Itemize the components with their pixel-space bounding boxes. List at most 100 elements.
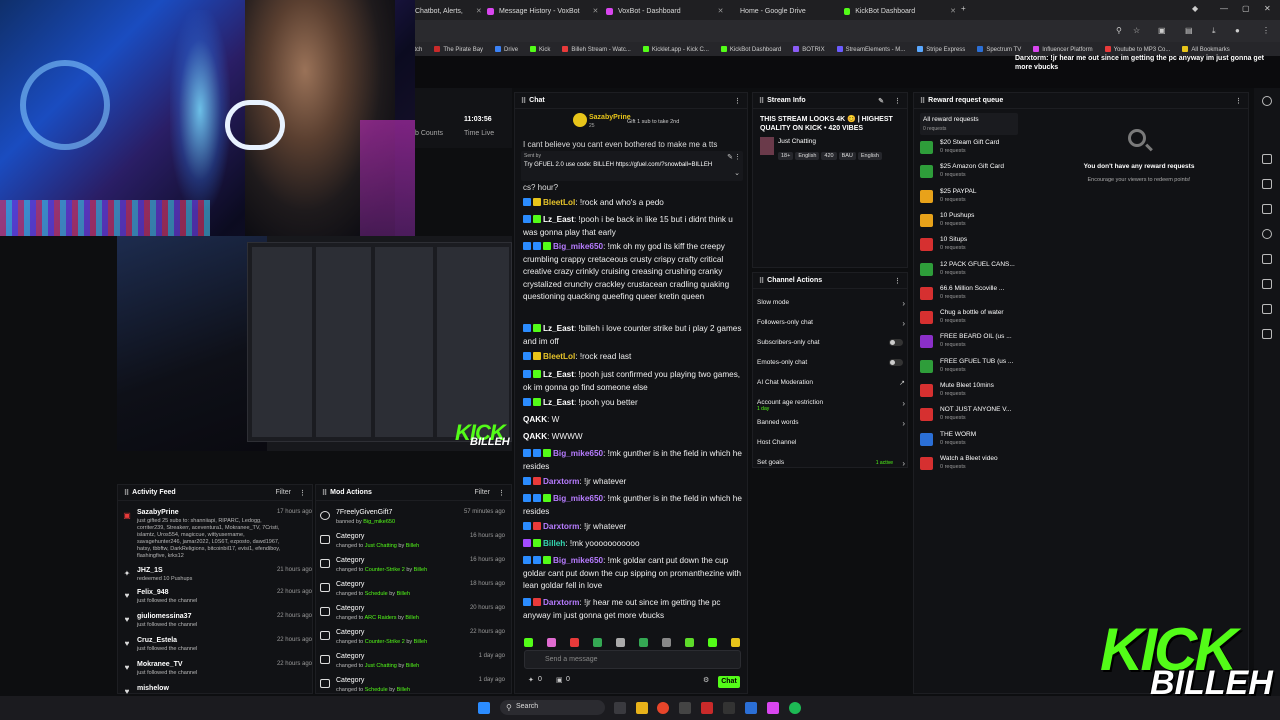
task-view-icon[interactable] [614,702,626,714]
activity-user[interactable]: Cruz_Estela [137,637,177,644]
mod-action-target[interactable]: ARC Raiders [364,615,396,621]
zoom-icon[interactable]: ⚲ [1116,26,1122,35]
list-icon[interactable] [1262,204,1272,214]
activity-user[interactable]: giuliomessina37 [137,613,191,620]
mod-filter-button[interactable]: Filter [474,489,490,496]
settings-gear-icon[interactable]: ⚙ [703,676,709,684]
app-icon[interactable] [745,702,757,714]
tag-chip[interactable]: 18+ [778,152,794,160]
chat-username[interactable]: Big_mike650 [553,494,603,503]
more-icon[interactable]: ⋮ [894,97,901,105]
channel-action-row[interactable]: Subscribers-only chat [757,339,905,346]
chat-username[interactable]: Big_mike650 [553,556,603,565]
toggle-switch[interactable] [889,339,903,346]
chevron-right-icon[interactable]: › [902,419,905,428]
emote-icon[interactable] [524,638,533,647]
download-icon[interactable]: ⤓ [1212,26,1216,36]
drag-handle-icon[interactable]: ⠿ [124,489,129,497]
mod-icon[interactable] [1262,154,1272,164]
chat-username[interactable]: Darxtorm [543,522,579,531]
channel-action-row[interactable]: Followers-only chat › [757,319,905,328]
chat-username[interactable]: BleetLol [543,198,575,207]
channel-action-row[interactable]: Emotes-only chat [757,359,905,366]
bookmark-item[interactable]: BOTRIX [793,45,825,53]
gifter-name[interactable]: SazabyPrine [589,114,631,121]
mod-action-target[interactable]: Schedule [365,687,388,693]
chat-username[interactable]: QAKK [523,415,547,424]
bookmark-item[interactable]: Influencer Platform [1033,45,1093,53]
mod-action-actor[interactable]: Billeh [397,591,410,597]
chrome-icon[interactable] [657,702,669,714]
chat-username[interactable]: Darxtorm [543,477,579,486]
bookmark-item[interactable]: Youtube to MP3 Co... [1104,45,1170,53]
chat-input[interactable]: Send a message [524,650,741,669]
app-icon[interactable] [767,702,779,714]
tab-google-drive[interactable]: Home - Google Drive✕ [735,3,835,19]
bookmark-item[interactable]: Spectrum TV [977,45,1021,53]
mod-action-target[interactable]: Just Chatting [365,663,397,669]
channel-action-row[interactable]: AI Chat Moderation ↗ [757,379,905,387]
chevron-right-icon[interactable]: › [902,319,905,328]
chat-username[interactable]: Big_mike650 [553,242,603,251]
all-reward-requests[interactable]: All reward requests 0 requests [920,113,1018,135]
spotify-icon[interactable] [789,702,801,714]
emote-icon[interactable] [639,638,648,647]
chevron-down-icon[interactable]: ⌄ [734,169,740,177]
emote-icon[interactable] [662,638,671,647]
chat-username[interactable]: Lz_East [543,215,574,224]
close-icon[interactable]: ✕ [718,7,724,15]
bookmark-item[interactable]: Drive [495,45,518,53]
activity-user[interactable]: Felix_948 [137,589,169,596]
drag-handle-icon[interactable]: ⠿ [920,97,925,105]
tag-chip[interactable]: 420 [821,152,837,160]
app-icon[interactable] [701,702,713,714]
bookmark-item[interactable]: Kicklet.app - Kick C... [642,45,709,53]
drag-handle-icon[interactable]: ⠿ [759,277,764,285]
profile-icon[interactable]: ● [1235,26,1240,35]
close-icon[interactable]: ✕ [593,7,599,15]
send-chat-button[interactable]: Chat [718,676,740,688]
channel-action-row[interactable]: Banned words › [757,419,905,428]
bookmark-item[interactable]: Stripe Express [917,45,965,53]
maximize-button[interactable]: ▢ [1242,4,1250,13]
channel-action-row[interactable]: Host Channel [757,439,905,446]
emote-icon[interactable] [547,638,556,647]
close-window-button[interactable]: ✕ [1264,4,1271,13]
gift-icon[interactable]: ▣ [556,676,563,684]
emote-icon[interactable] [593,638,602,647]
emote-icon[interactable] [731,638,740,647]
emote-icon[interactable] [570,638,579,647]
lightning-icon[interactable] [1262,179,1272,189]
bookmark-item[interactable]: Billeh Stream - Watc... [562,45,631,53]
tab-search-icon[interactable]: ◆ [1192,4,1198,13]
emote-icon[interactable] [685,638,694,647]
mod-action-actor[interactable]: Billeh [406,543,419,549]
new-tab-button[interactable]: + [961,4,966,13]
close-icon[interactable]: ✕ [950,7,956,15]
close-icon[interactable]: ✕ [476,7,482,15]
chat-username[interactable]: Billeh [543,539,565,548]
more-icon[interactable]: ⋮ [734,153,741,161]
mod-action-target[interactable]: Counter-Strike 2 [365,567,405,573]
more-icon[interactable]: ⋮ [734,97,741,105]
star-icon[interactable]: ☆ [1133,26,1140,35]
mod-action-target[interactable]: Counter-Strike 2 [365,639,405,645]
bookmark-item[interactable]: StreamElements - M... [836,45,905,53]
chevron-right-icon[interactable]: › [902,299,905,308]
channel-action-row[interactable]: Account age restriction 1 day › [757,399,905,412]
channel-action-row[interactable]: Set goals 1 active › [757,459,905,468]
sidebar-icon[interactable]: ▤ [1185,26,1193,35]
mod-action-target[interactable]: Just Chatting [365,543,397,549]
chat-username[interactable]: Big_mike650 [553,449,603,458]
minimize-button[interactable]: — [1220,4,1228,13]
pin-icon[interactable]: ✎ [727,153,733,161]
chevron-right-icon[interactable]: › [902,459,905,468]
edit-icon[interactable]: ✎ [878,97,884,105]
info-icon[interactable] [1262,96,1272,106]
drag-handle-icon[interactable]: ⠿ [322,489,327,497]
mod-action-target[interactable]: Big_mike650 [363,519,395,525]
chat-username[interactable]: Darxtorm [543,598,579,607]
windows-start-icon[interactable] [478,702,490,714]
mod-action-actor[interactable]: Billeh [406,663,419,669]
tag-chip[interactable]: BAU [838,152,856,160]
